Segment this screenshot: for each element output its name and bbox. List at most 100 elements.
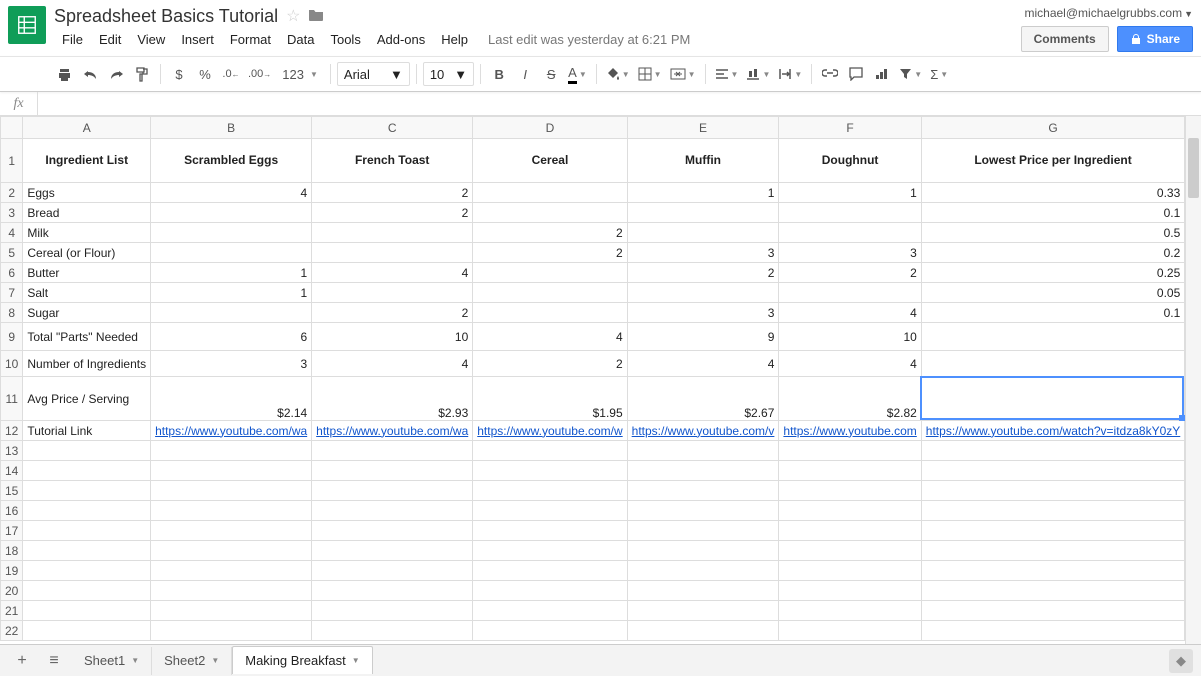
cell-A12[interactable]: Tutorial Link bbox=[23, 421, 151, 441]
cell-F13[interactable] bbox=[779, 441, 921, 461]
row-header-6[interactable]: 6 bbox=[1, 263, 23, 283]
share-button[interactable]: Share bbox=[1117, 26, 1193, 52]
cell-F7[interactable] bbox=[779, 283, 921, 303]
cell-F4[interactable] bbox=[779, 223, 921, 243]
vertical-scrollbar[interactable] bbox=[1185, 116, 1201, 644]
decimal-decrease-icon[interactable]: .0← bbox=[219, 61, 243, 87]
cell-A1[interactable]: Ingredient List bbox=[23, 139, 151, 183]
col-header-E[interactable]: E bbox=[627, 117, 779, 139]
explore-button[interactable]: ◆ bbox=[1169, 649, 1193, 673]
cell-F5[interactable]: 3 bbox=[779, 243, 921, 263]
cell-F20[interactable] bbox=[779, 581, 921, 601]
borders-icon[interactable]: ▼ bbox=[635, 61, 665, 87]
cell-A19[interactable] bbox=[23, 561, 151, 581]
cell-C18[interactable] bbox=[312, 541, 473, 561]
tutorial-link-2[interactable]: https://www.youtube.com/w bbox=[477, 424, 622, 438]
cell-A10[interactable]: Number of Ingredients bbox=[23, 351, 151, 377]
strikethrough-icon[interactable]: S bbox=[539, 61, 563, 87]
cell-C3[interactable]: 2 bbox=[312, 203, 473, 223]
cell-A14[interactable] bbox=[23, 461, 151, 481]
cell-C20[interactable] bbox=[312, 581, 473, 601]
cell-F12[interactable]: https://www.youtube.com bbox=[779, 421, 921, 441]
cell-C10[interactable]: 4 bbox=[312, 351, 473, 377]
cell-C1[interactable]: French Toast bbox=[312, 139, 473, 183]
cell-E10[interactable]: 4 bbox=[627, 351, 779, 377]
cell-B19[interactable] bbox=[151, 561, 312, 581]
cell-G11[interactable] bbox=[921, 377, 1184, 421]
cell-E20[interactable] bbox=[627, 581, 779, 601]
cell-B2[interactable]: 4 bbox=[151, 183, 312, 203]
cell-B21[interactable] bbox=[151, 601, 312, 621]
percent-icon[interactable]: % bbox=[193, 61, 217, 87]
insert-link-icon[interactable] bbox=[818, 61, 842, 87]
cell-G1[interactable]: Lowest Price per Ingredient bbox=[921, 139, 1184, 183]
tutorial-link-0[interactable]: https://www.youtube.com/wa bbox=[155, 424, 307, 438]
row-header-8[interactable]: 8 bbox=[1, 303, 23, 323]
cell-C9[interactable]: 10 bbox=[312, 323, 473, 351]
cell-C12[interactable]: https://www.youtube.com/wa bbox=[312, 421, 473, 441]
col-header-A[interactable]: A bbox=[23, 117, 151, 139]
folder-icon[interactable] bbox=[308, 8, 324, 25]
insert-comment-icon[interactable] bbox=[844, 61, 868, 87]
cell-G4[interactable]: 0.5 bbox=[921, 223, 1184, 243]
cell-C6[interactable]: 4 bbox=[312, 263, 473, 283]
cell-D10[interactable]: 2 bbox=[473, 351, 627, 377]
menu-data[interactable]: Data bbox=[279, 28, 322, 51]
col-header-F[interactable]: F bbox=[779, 117, 921, 139]
cell-G22[interactable] bbox=[921, 621, 1184, 641]
cell-E16[interactable] bbox=[627, 501, 779, 521]
cell-G10[interactable] bbox=[921, 351, 1184, 377]
cell-D9[interactable]: 4 bbox=[473, 323, 627, 351]
cell-A16[interactable] bbox=[23, 501, 151, 521]
sheet-tab-sheet2[interactable]: Sheet2▼ bbox=[152, 647, 232, 675]
cell-F2[interactable]: 1 bbox=[779, 183, 921, 203]
sheets-logo[interactable] bbox=[8, 6, 46, 44]
doc-title[interactable]: Spreadsheet Basics Tutorial bbox=[54, 6, 278, 27]
cell-E2[interactable]: 1 bbox=[627, 183, 779, 203]
menu-tools[interactable]: Tools bbox=[322, 28, 368, 51]
formula-input[interactable] bbox=[38, 96, 1201, 111]
col-header-C[interactable]: C bbox=[312, 117, 473, 139]
cell-B7[interactable]: 1 bbox=[151, 283, 312, 303]
cell-B22[interactable] bbox=[151, 621, 312, 641]
sheet-tab-making-breakfast[interactable]: Making Breakfast▼ bbox=[232, 646, 372, 674]
cell-A17[interactable] bbox=[23, 521, 151, 541]
all-sheets-button[interactable]: ≡ bbox=[40, 649, 68, 673]
cell-A5[interactable]: Cereal (or Flour) bbox=[23, 243, 151, 263]
bold-icon[interactable]: B bbox=[487, 61, 511, 87]
cell-E14[interactable] bbox=[627, 461, 779, 481]
cell-D11[interactable]: $1.95 bbox=[473, 377, 627, 421]
cell-A15[interactable] bbox=[23, 481, 151, 501]
row-header-16[interactable]: 16 bbox=[1, 501, 23, 521]
align-vertical-icon[interactable]: ▼ bbox=[743, 61, 773, 87]
row-header-13[interactable]: 13 bbox=[1, 441, 23, 461]
cell-G2[interactable]: 0.33 bbox=[921, 183, 1184, 203]
cell-C5[interactable] bbox=[312, 243, 473, 263]
cell-F8[interactable]: 4 bbox=[779, 303, 921, 323]
number-format-dropdown[interactable]: 123▼ bbox=[276, 61, 324, 87]
tutorial-link-5[interactable]: https://www.youtube.com/watch?v=itdza8kY… bbox=[926, 424, 1180, 438]
cell-A9[interactable]: Total "Parts" Needed bbox=[23, 323, 151, 351]
cell-D15[interactable] bbox=[473, 481, 627, 501]
cell-G16[interactable] bbox=[921, 501, 1184, 521]
add-sheet-button[interactable]: + bbox=[8, 649, 36, 673]
cell-A18[interactable] bbox=[23, 541, 151, 561]
italic-icon[interactable]: I bbox=[513, 61, 537, 87]
cell-F16[interactable] bbox=[779, 501, 921, 521]
cell-C13[interactable] bbox=[312, 441, 473, 461]
cell-B10[interactable]: 3 bbox=[151, 351, 312, 377]
cell-D2[interactable] bbox=[473, 183, 627, 203]
cell-A20[interactable] bbox=[23, 581, 151, 601]
cell-B18[interactable] bbox=[151, 541, 312, 561]
cell-F18[interactable] bbox=[779, 541, 921, 561]
cell-G3[interactable]: 0.1 bbox=[921, 203, 1184, 223]
cell-C21[interactable] bbox=[312, 601, 473, 621]
cell-C11[interactable]: $2.93 bbox=[312, 377, 473, 421]
row-header-1[interactable]: 1 bbox=[1, 139, 23, 183]
paint-format-icon[interactable] bbox=[130, 61, 154, 87]
menu-edit[interactable]: Edit bbox=[91, 28, 129, 51]
cell-D22[interactable] bbox=[473, 621, 627, 641]
cell-B17[interactable] bbox=[151, 521, 312, 541]
row-header-7[interactable]: 7 bbox=[1, 283, 23, 303]
merge-cells-icon[interactable]: ▼ bbox=[667, 61, 699, 87]
